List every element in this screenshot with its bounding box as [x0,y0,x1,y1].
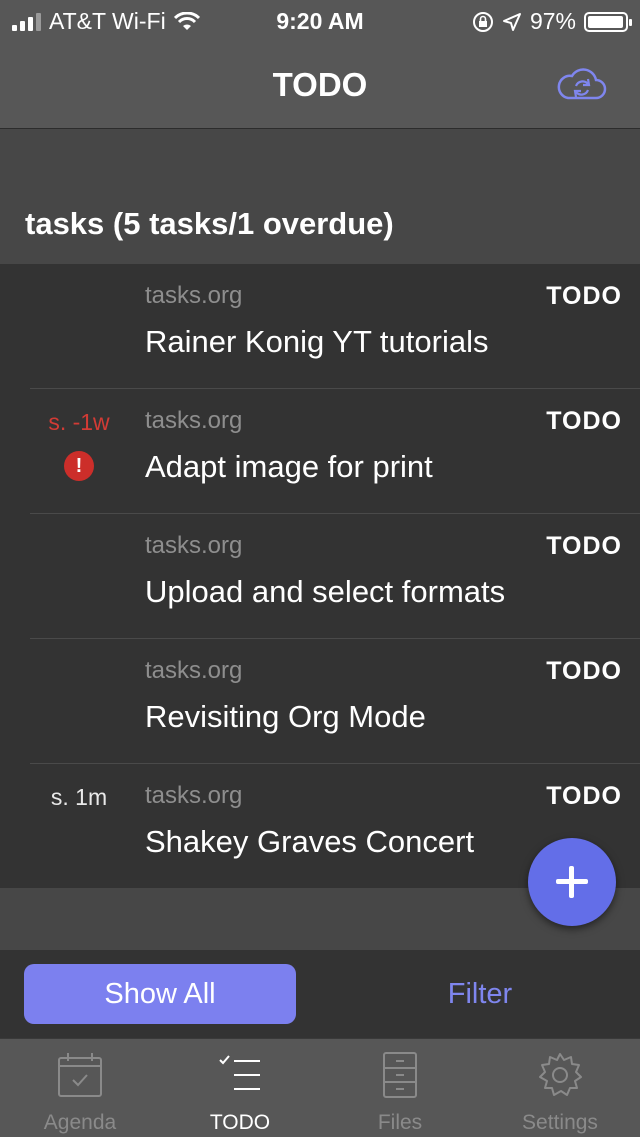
filter-button[interactable]: Filter [320,964,640,1024]
status-bar: AT&T Wi-Fi 9:20 AM 97% [0,0,640,40]
task-title: Adapt image for print [145,449,433,484]
tab-files[interactable]: Files [320,1039,480,1137]
task-file: tasks.org [145,657,243,684]
task-list: tasks.org TODO Rainer Konig YT tutorials… [0,264,640,889]
task-state: TODO [546,782,622,810]
show-all-button[interactable]: Show All [24,964,296,1024]
task-row[interactable]: s. -1w ! tasks.org TODO Adapt image for … [0,389,640,514]
task-title: Revisiting Org Mode [145,699,426,734]
tab-settings[interactable]: Settings [480,1039,640,1137]
filter-bar: Show All Filter [0,950,640,1038]
section-title: tasks (5 tasks/1 overdue) [25,206,394,241]
checklist-icon [219,1055,260,1090]
cloud-sync-icon[interactable] [556,66,608,102]
page-title: TODO [272,66,368,103]
task-state: TODO [546,532,622,560]
tab-label: Agenda [43,1111,117,1134]
warning-icon: ! [64,451,94,481]
gear-icon [539,1053,582,1096]
task-file: tasks.org [145,532,243,559]
task-row[interactable]: tasks.org TODO Revisiting Org Mode [0,639,640,764]
task-state: TODO [546,282,622,310]
task-state: TODO [546,407,622,435]
section-header [0,129,640,264]
tab-label: Settings [522,1111,598,1134]
file-cabinet-icon [383,1052,417,1098]
rotation-lock-icon [472,11,493,32]
tab-label: TODO [209,1111,271,1134]
task-title: Upload and select formats [145,574,506,609]
location-icon [502,12,521,31]
battery-icon [584,11,632,32]
task-row[interactable]: tasks.org TODO Rainer Konig YT tutorials [0,264,640,389]
tab-todo[interactable]: TODO [160,1039,320,1137]
task-meta: s. -1w [48,409,110,435]
task-meta: s. 1m [50,784,108,810]
task-state: TODO [546,657,622,685]
task-file: tasks.org [145,407,243,434]
battery-percent: 97% [529,8,576,34]
tab-agenda[interactable]: Agenda [0,1039,160,1137]
top-bar: AT&T Wi-Fi 9:20 AM 97% TODO [0,0,640,129]
add-task-button[interactable] [528,838,616,926]
task-title: Rainer Konig YT tutorials [145,324,489,359]
task-row[interactable]: tasks.org TODO Upload and select formats [0,514,640,639]
tab-label: Files [377,1111,423,1134]
calendar-icon [58,1053,102,1097]
task-file: tasks.org [145,282,243,309]
task-title: Shakey Graves Concert [145,824,475,859]
task-file: tasks.org [145,782,243,809]
tab-bar: Agenda TODO Files Settings [0,1038,640,1137]
